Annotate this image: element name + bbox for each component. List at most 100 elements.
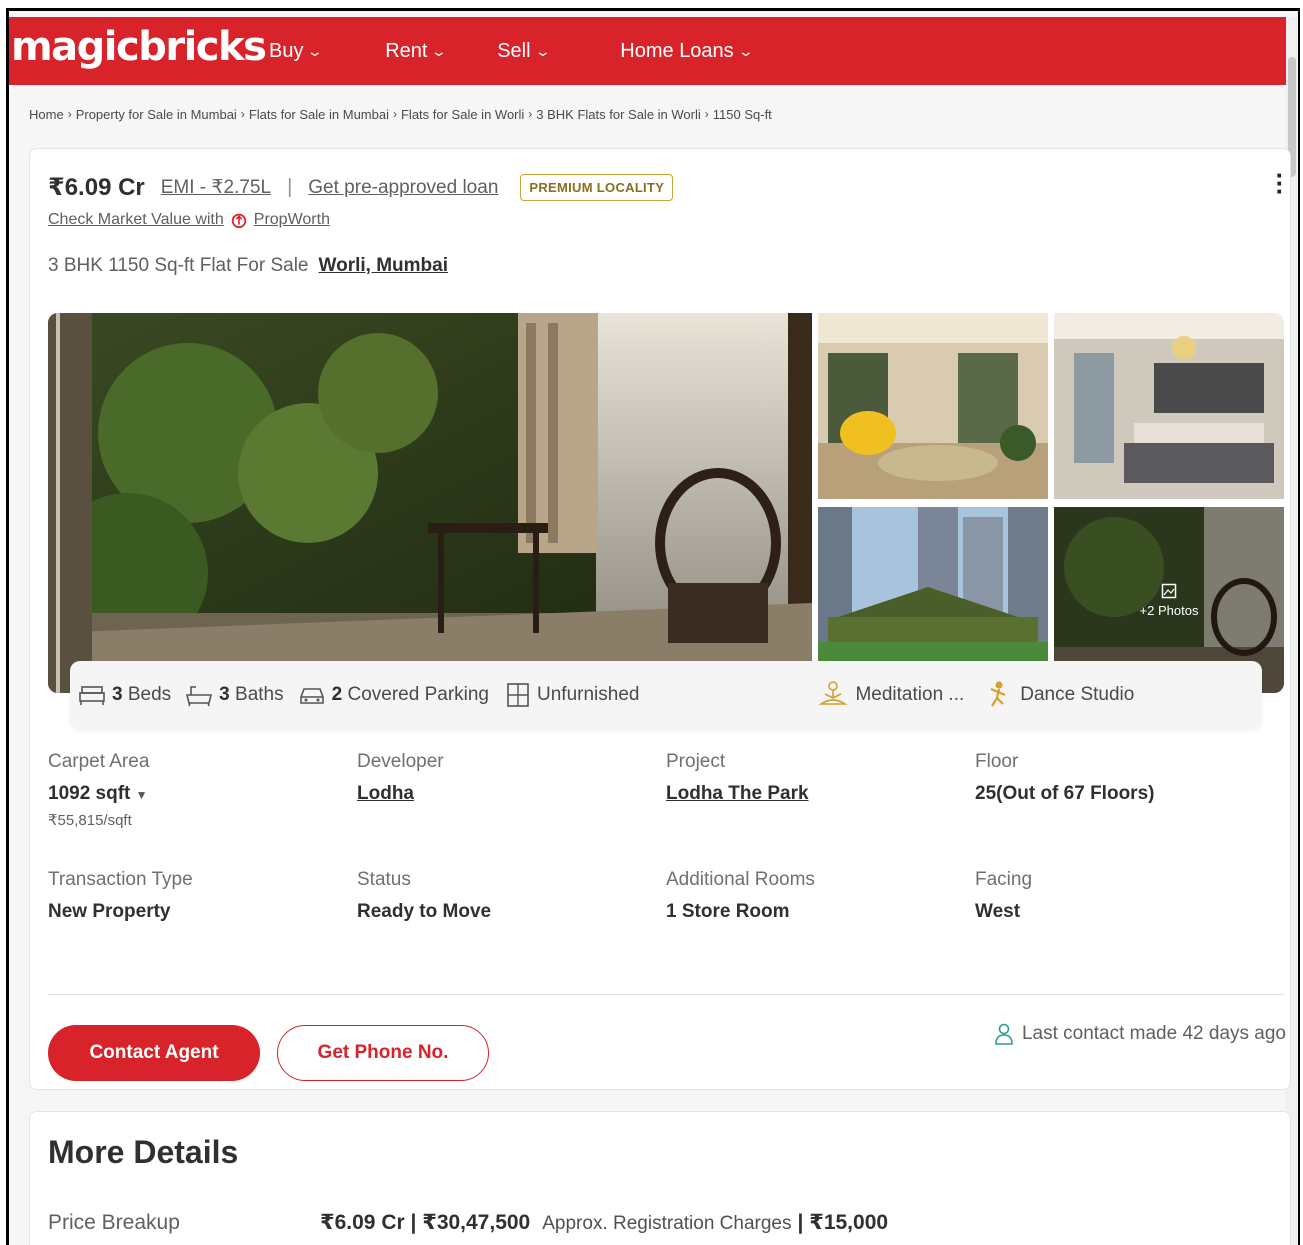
dance-icon: [990, 681, 1006, 707]
furnishing-label: Unfurnished: [537, 684, 640, 705]
breadcrumb-home[interactable]: Home: [29, 107, 64, 122]
price-breakup-row: Price Breakup ₹6.09 Cr | ₹30,47,500 Appr…: [48, 1210, 888, 1235]
spec-floor: Floor 25(Out of 67 Floors): [975, 751, 1265, 805]
rooms-label: Additional Rooms: [666, 869, 815, 890]
developer-label: Developer: [357, 751, 444, 772]
separator: |: [287, 176, 293, 198]
chevron-right-icon: ›: [528, 107, 533, 121]
chevron-down-icon: ⌄: [431, 42, 448, 59]
facing-value: West: [975, 901, 1021, 922]
nav-sell-label: Sell: [497, 39, 531, 62]
price-breakup-value: ₹6.09 Cr | ₹30,47,500: [320, 1211, 531, 1234]
chevron-down-icon: ⌄: [534, 42, 551, 59]
divider: [48, 994, 1284, 995]
breadcrumb-mumbai-sale[interactable]: Property for Sale in Mumbai: [76, 107, 237, 122]
market-value-link[interactable]: Check Market Value with PropWorth: [48, 211, 330, 229]
chevron-down-icon: ⌄: [307, 42, 324, 59]
status-value: Ready to Move: [357, 901, 492, 922]
emi-link[interactable]: EMI - ₹2.75L: [161, 176, 271, 199]
bed-icon: [79, 686, 105, 705]
rooms-value: 1 Store Room: [666, 901, 790, 922]
registration-note: Approx. Registration Charges: [542, 1213, 792, 1234]
parking-label: Covered Parking: [347, 684, 490, 705]
parking-info: 2 Covered Parking: [298, 683, 489, 707]
image-icon: [1161, 583, 1177, 598]
user-icon: [995, 1023, 1013, 1045]
registration-value: | ₹15,000: [797, 1211, 889, 1234]
car-icon: [299, 688, 324, 704]
nav-rent-label: Rent: [385, 39, 428, 62]
chevron-right-icon: ›: [240, 107, 245, 121]
spec-status: Status Ready to Move: [357, 869, 647, 923]
bathtub-icon: [186, 686, 213, 707]
more-details-card: More Details Price Breakup ₹6.09 Cr | ₹3…: [29, 1111, 1291, 1245]
photo-gallery: +2 Photos: [48, 313, 1284, 693]
last-contact-text: Last contact made 42 days ago: [1021, 1023, 1286, 1044]
dance-studio-label: Dance Studio: [1020, 684, 1135, 705]
dance-studio-info: Dance Studio: [982, 680, 1134, 710]
more-photos-label: +2 Photos: [1139, 602, 1199, 618]
breadcrumb-3bhk-worli[interactable]: 3 BHK Flats for Sale in Worli: [536, 107, 700, 122]
beds-label: Beds: [127, 684, 172, 705]
spec-transaction-type: Transaction Type New Property: [48, 869, 338, 923]
last-contact-info: Last contact made 42 days ago: [994, 1023, 1286, 1045]
project-link[interactable]: Lodha The Park: [666, 783, 956, 805]
caret-down-icon: ▼: [135, 788, 148, 802]
price-breakup-label: Price Breakup: [48, 1211, 180, 1234]
listing-price: ₹6.09 Cr: [48, 174, 145, 201]
market-value-text: Check Market Value with: [48, 211, 224, 228]
more-options-icon[interactable]: · · ·: [1270, 162, 1290, 204]
listing-title-text: 3 BHK 1150 Sq-ft Flat For Sale: [48, 255, 309, 276]
propworth-label: PropWorth: [253, 211, 330, 228]
meditation-icon: [818, 681, 849, 705]
door-icon: [507, 683, 529, 707]
nav-sell[interactable]: Sell ⌄: [497, 39, 551, 63]
carpet-rate: ₹55,815/sqft: [48, 812, 132, 829]
facing-label: Facing: [975, 869, 1033, 890]
nav-home-loans-label: Home Loans: [620, 39, 734, 62]
nav-buy-label: Buy: [269, 39, 304, 62]
breadcrumb-flats-mumbai[interactable]: Flats for Sale in Mumbai: [249, 107, 389, 122]
spec-additional-rooms: Additional Rooms 1 Store Room: [666, 869, 956, 923]
magicbricks-logo[interactable]: magicbricks: [11, 24, 269, 70]
baths-count: 3: [219, 684, 230, 705]
more-details-title: More Details: [48, 1134, 239, 1170]
beds-count: 3: [112, 684, 123, 705]
nav-rent[interactable]: Rent ⌄: [385, 39, 448, 63]
status-label: Status: [357, 869, 411, 890]
premium-locality-badge: PREMIUM LOCALITY: [520, 174, 674, 201]
breadcrumb-flats-worli[interactable]: Flats for Sale in Worli: [401, 107, 524, 122]
spec-project: Project Lodha The Park: [666, 751, 956, 805]
get-phone-button[interactable]: Get Phone No.: [277, 1025, 489, 1081]
chevron-right-icon: ›: [67, 107, 72, 121]
project-label: Project: [666, 751, 726, 772]
amenities-bar: 3 Beds 3 Baths 2 Covered Parking Unfurni…: [70, 661, 1262, 729]
carpet-area-value-text: 1092 sqft: [48, 783, 131, 804]
baths-info: 3 Baths: [185, 683, 284, 707]
photo-bedroom[interactable]: [1054, 313, 1284, 499]
listing-card: ₹6.09 Cr EMI - ₹2.75L | Get pre-approved…: [29, 148, 1291, 1090]
spec-facing: Facing West: [975, 869, 1265, 923]
nav-buy[interactable]: Buy ⌄: [269, 39, 324, 63]
photo-living-room[interactable]: [818, 313, 1048, 499]
main-photo[interactable]: [48, 313, 812, 693]
furnishing-info: Unfurnished: [505, 682, 639, 708]
floor-value: 25(Out of 67 Floors): [975, 783, 1155, 804]
parking-count: 2: [331, 684, 343, 705]
contact-agent-button[interactable]: Contact Agent: [48, 1025, 260, 1081]
propworth-icon: [231, 213, 246, 229]
spec-developer: Developer Lodha: [357, 751, 647, 805]
transaction-label: Transaction Type: [48, 869, 193, 890]
pre-approved-loan-link[interactable]: Get pre-approved loan: [308, 177, 498, 199]
chevron-down-icon: ⌄: [737, 42, 754, 59]
chevron-right-icon: ›: [392, 107, 397, 121]
breadcrumb: Home › Property for Sale in Mumbai › Flats…: [29, 107, 772, 122]
listing-location-link[interactable]: Worli, Mumbai: [319, 255, 448, 277]
floor-label: Floor: [975, 751, 1019, 772]
breadcrumb-current: 1150 Sq-ft: [712, 107, 772, 122]
carpet-area-value[interactable]: 1092 sqft ▼: [48, 783, 338, 805]
developer-link[interactable]: Lodha: [357, 783, 647, 805]
carpet-area-label: Carpet Area: [48, 751, 150, 772]
header-bar: magicbricks Buy ⌄ Rent ⌄ Sell ⌄ Home Loans ⌄: [9, 17, 1289, 85]
nav-home-loans[interactable]: Home Loans ⌄: [620, 39, 754, 63]
